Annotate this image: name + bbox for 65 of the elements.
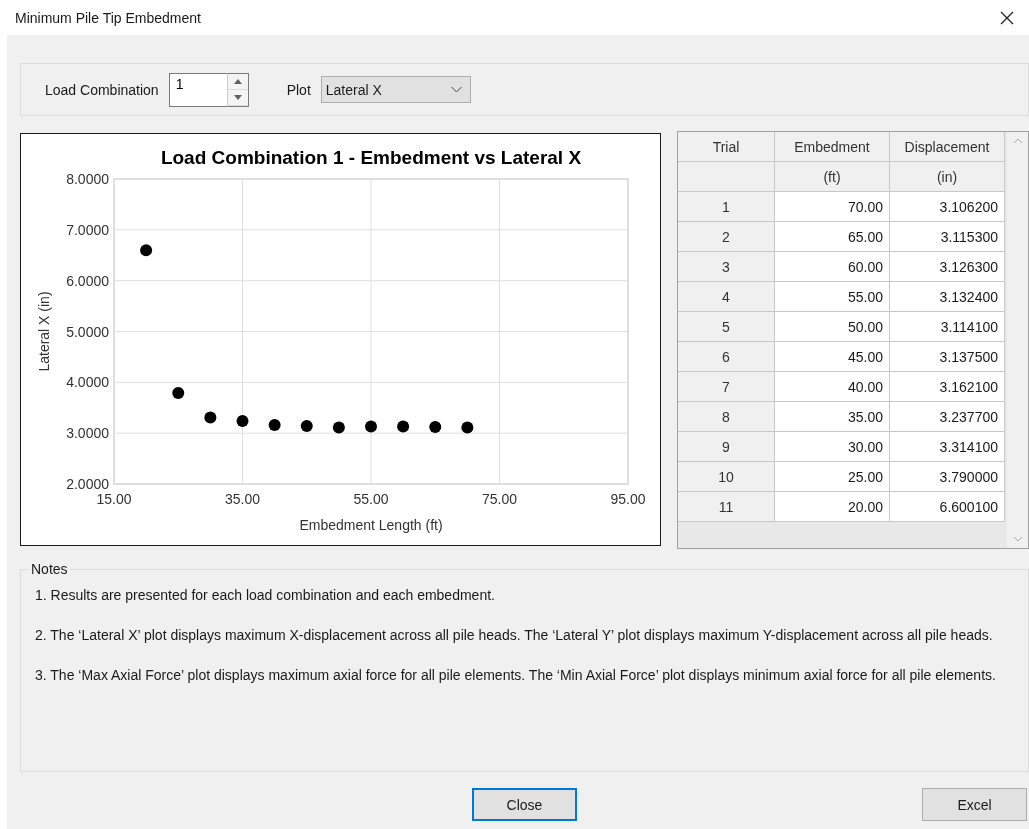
- close-button[interactable]: Close: [472, 788, 577, 821]
- window-title: Minimum Pile Tip Embedment: [15, 9, 201, 26]
- y-axis-title: Lateral X (in): [36, 291, 52, 372]
- note-paragraph: 3. The ‘Max Axial Force’ plot displays maximum axial force for all pile elements. The ‘Min Axial Force’ plot displays minimum axial force for all pile elements.: [35, 666, 997, 685]
- table-cell: 3.237700: [890, 402, 1005, 432]
- table-cell: 35.00: [775, 402, 890, 432]
- y-tick-label: 4.0000: [66, 374, 109, 391]
- column-header: Displacement: [890, 132, 1005, 162]
- plot-dropdown[interactable]: Lateral X: [320, 76, 471, 103]
- load-combination-field[interactable]: 1: [168, 72, 227, 107]
- y-tick-label: 6.0000: [66, 272, 109, 289]
- row-header: 10: [678, 462, 775, 492]
- table-cell: 6.600100: [890, 492, 1005, 522]
- table-cell: 3.126300: [890, 252, 1005, 282]
- y-tick-label: 5.0000: [66, 323, 109, 340]
- table-cell: 70.00: [775, 192, 890, 222]
- table-cell: 3.790000: [890, 462, 1005, 492]
- table-cell: 65.00: [775, 222, 890, 252]
- y-tick-label: 2.0000: [66, 476, 109, 492]
- notes-title: Notes: [30, 561, 69, 577]
- table-cell: 25.00: [775, 462, 890, 492]
- x-tick-label: 55.00: [353, 491, 389, 507]
- row-header: 1: [678, 192, 775, 222]
- column-unit: (in): [890, 162, 1005, 192]
- table-cell: 20.00: [775, 492, 890, 522]
- table-cell: 45.00: [775, 342, 890, 372]
- column-header: Embedment: [775, 132, 890, 162]
- plot-label: Plot: [286, 81, 311, 98]
- table-cell: 55.00: [775, 282, 890, 312]
- table-cell: 3.106200: [890, 192, 1005, 222]
- table-cell: 60.00: [775, 252, 890, 282]
- table-cell: 30.00: [775, 432, 890, 462]
- row-header: 4: [678, 282, 775, 312]
- table-cell: 40.00: [775, 372, 890, 402]
- table-cell: 3.314100: [890, 432, 1005, 462]
- x-axis-title: Embedment Length (ft): [299, 517, 443, 533]
- chevron-down-icon: [450, 86, 462, 93]
- row-header: 9: [678, 432, 775, 462]
- y-tick-label: 3.0000: [66, 425, 109, 442]
- table-cell: 3.115300: [890, 222, 1005, 252]
- row-header: 6: [678, 342, 775, 372]
- x-tick-label: 75.00: [482, 491, 517, 507]
- row-header: 11: [678, 492, 775, 522]
- load-combination-label: Load Combination: [45, 81, 159, 98]
- table-cell: 3.114100: [890, 312, 1005, 342]
- y-tick-label: 8.0000: [66, 171, 109, 187]
- row-header: 7: [678, 372, 775, 402]
- excel-button[interactable]: Excel: [922, 788, 1027, 821]
- chart-title: Load Combination 1 - Embedment vs Lateral X: [160, 147, 582, 168]
- table-cell: 3.137500: [890, 342, 1005, 372]
- table-cell: 50.00: [775, 312, 890, 342]
- column-unit: (ft): [775, 162, 890, 192]
- table-cell: 3.162100: [890, 372, 1005, 402]
- note-paragraph: 2. The ‘Lateral X’ plot displays maximum X-displacement across all pile heads. The ‘Lateral Y’ plot displays maximum Y-displacement across all pile heads.: [35, 626, 994, 645]
- row-header: 3: [678, 252, 775, 282]
- note-paragraph: 1. Results are presented for each load combination and each embedment.: [35, 586, 496, 605]
- column-header: Trial: [678, 132, 775, 162]
- row-header: 5: [678, 312, 775, 342]
- x-tick-label: 15.00: [96, 491, 132, 507]
- row-header: 2: [678, 222, 775, 252]
- x-tick-label: 35.00: [225, 491, 260, 507]
- row-header: 8: [678, 402, 775, 432]
- x-tick-label: 95.00: [610, 491, 646, 507]
- y-tick-label: 7.0000: [66, 221, 109, 238]
- table-cell: 3.132400: [890, 282, 1005, 312]
